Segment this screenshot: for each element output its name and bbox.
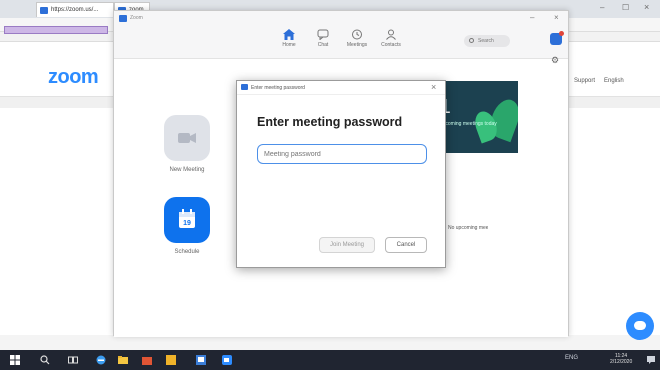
video-camera-icon [178, 133, 196, 143]
chat-bubble-icon [634, 321, 646, 330]
contacts-icon [386, 29, 396, 40]
cancel-button[interactable]: Cancel [385, 237, 427, 253]
store-icon[interactable] [142, 355, 152, 365]
page-footer-band [0, 335, 660, 350]
zoom-app-footer [114, 327, 568, 337]
taskbar-clock[interactable]: 11:24 2/12/2020 [610, 353, 632, 365]
maximize-icon[interactable]: ☐ [622, 3, 629, 12]
nav-contacts[interactable]: Contacts [376, 29, 406, 55]
join-meeting-button[interactable]: Join Meeting [319, 237, 375, 253]
minimize-icon[interactable]: – [600, 3, 604, 12]
nav-home[interactable]: Home [274, 29, 304, 55]
close-icon[interactable]: × [644, 2, 649, 12]
search-icon[interactable] [40, 355, 50, 365]
support-link[interactable]: Support [574, 78, 595, 84]
new-meeting-button[interactable] [164, 115, 210, 161]
close-icon[interactable]: × [431, 82, 436, 92]
search-icon [469, 38, 474, 43]
help-chat-button[interactable] [626, 312, 654, 340]
notification-badge [559, 31, 564, 36]
meeting-password-input[interactable] [257, 144, 427, 164]
gear-icon[interactable]: ⚙ [551, 55, 559, 66]
password-dialog: Enter meeting password × Enter meeting p… [236, 80, 446, 268]
schedule-button[interactable]: 19 [164, 197, 210, 243]
zoom-logo[interactable]: zoom [48, 66, 99, 89]
zoom-app-icon [241, 84, 248, 90]
file-explorer-icon[interactable] [118, 355, 128, 365]
dialog-title-bar: Enter meeting password × [237, 81, 445, 95]
zoom-window-title: Zoom [130, 15, 143, 21]
browser-tab[interactable]: https://zoom.us/... [36, 2, 114, 17]
zoom-app-header: Zoom – × Home Chat Meetings Contacts Sea… [114, 11, 568, 59]
nav-chat[interactable]: Chat [308, 29, 338, 55]
highlighted-bookmark[interactable] [4, 26, 108, 34]
zoom-favicon-icon [40, 7, 48, 14]
no-meetings-text: No upcoming meetings today [448, 225, 488, 231]
close-icon[interactable]: × [554, 13, 559, 22]
dialog-heading: Enter meeting password [257, 115, 403, 129]
edge-browser-icon[interactable] [96, 355, 106, 365]
app-icon[interactable] [196, 355, 206, 365]
search-input[interactable]: Search [464, 35, 510, 47]
calendar-icon: 19 [179, 209, 195, 228]
schedule-label: Schedule [174, 249, 200, 255]
app-icon[interactable] [166, 355, 176, 365]
zoom-app-icon [119, 15, 127, 22]
windows-start-icon[interactable] [10, 355, 20, 365]
clock-icon [352, 29, 362, 40]
chat-icon [317, 29, 329, 40]
zoom-taskbar-icon[interactable] [222, 355, 232, 365]
notifications-icon[interactable] [646, 355, 656, 365]
svg-text:19: 19 [183, 220, 191, 227]
home-icon [283, 29, 295, 40]
task-view-icon[interactable] [68, 355, 78, 365]
avatar[interactable] [550, 31, 564, 45]
system-tray[interactable]: ENG [565, 355, 578, 361]
minimize-icon[interactable]: – [530, 13, 534, 22]
nav-meetings[interactable]: Meetings [342, 29, 372, 55]
dialog-title: Enter meeting password [251, 85, 305, 91]
new-meeting-label: New Meeting [169, 167, 205, 173]
language-link[interactable]: English [604, 78, 624, 84]
